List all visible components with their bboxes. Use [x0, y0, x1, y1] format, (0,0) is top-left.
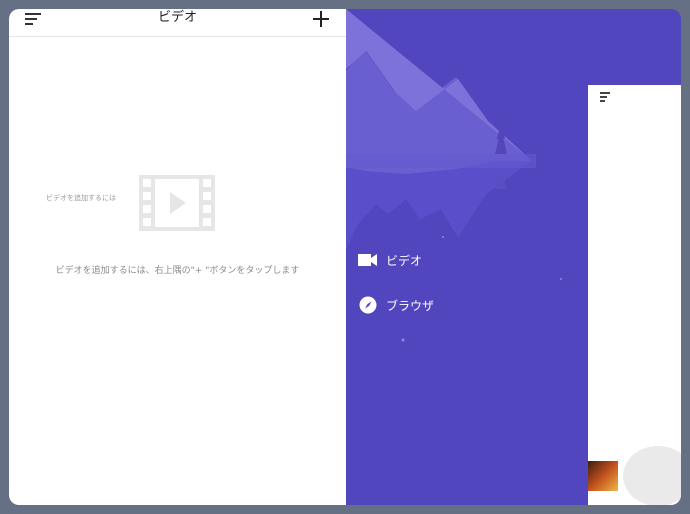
video-header: ビデオ — [9, 9, 346, 37]
page-title: ビデオ — [157, 10, 197, 25]
video-panel: ビデオ ビデオを追加するには、右上隅の"+ "ボタンをタップします — [9, 9, 346, 505]
film-play-icon — [139, 175, 215, 231]
drawer-item-label: ビデオ — [386, 253, 423, 268]
drawer-item-video[interactable]: ビデオ — [358, 250, 422, 270]
tablet-screen: ビデオ ビデオを追加するには、右上隅の"+ "ボタンをタップします ビデオ ブラ… — [9, 9, 681, 505]
preview-empty-message: ビデオを追加するには — [46, 194, 116, 202]
drawer-item-label: ブラウザ — [386, 298, 435, 313]
apple-logo-watermark — [623, 446, 681, 505]
drawer-item-browser[interactable]: ブラウザ — [358, 295, 434, 315]
compass-icon — [358, 295, 378, 315]
video-thumbnail[interactable] — [588, 461, 618, 491]
empty-state-message: ビデオを追加するには、右上隅の"+ "ボタンをタップします — [55, 266, 300, 276]
sort-menu-icon[interactable] — [600, 92, 612, 102]
plus-icon[interactable] — [312, 10, 330, 28]
main-screen-preview[interactable] — [588, 85, 681, 505]
video-camera-icon — [358, 250, 378, 270]
